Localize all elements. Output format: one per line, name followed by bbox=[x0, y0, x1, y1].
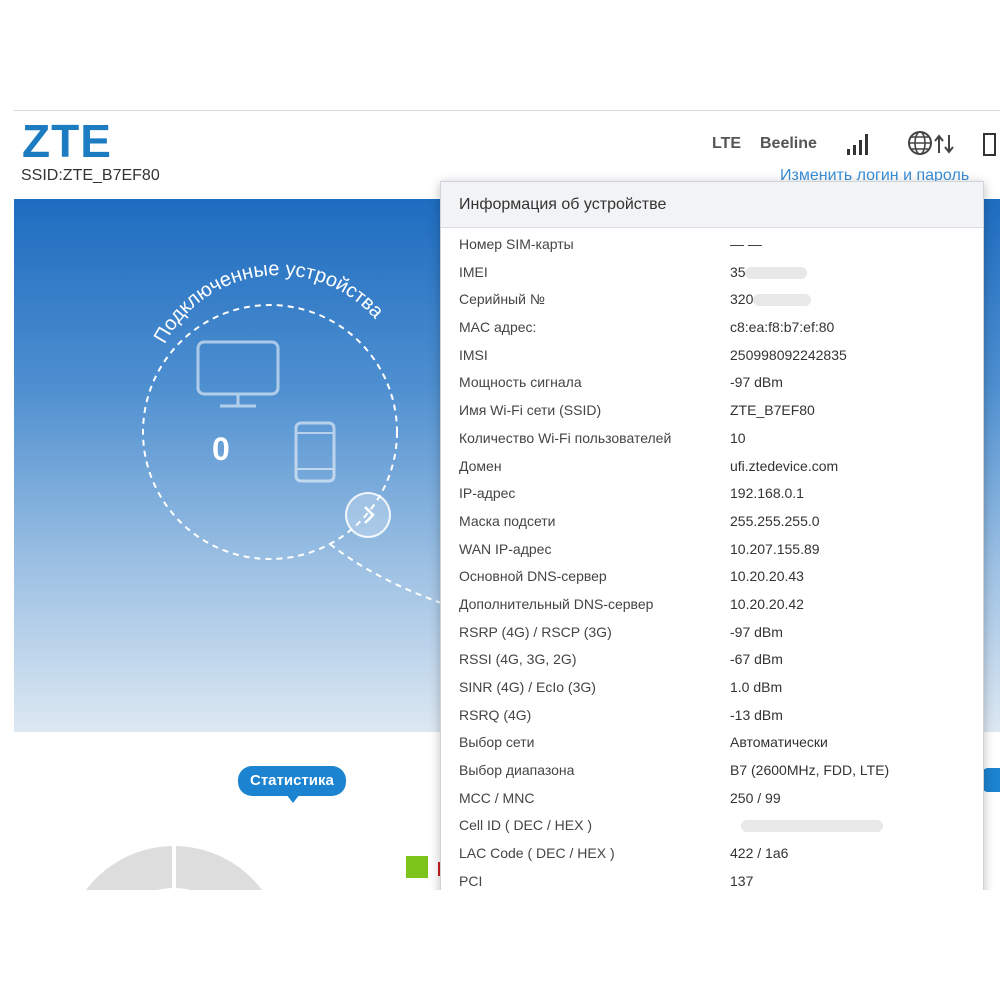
info-row: PCI 137 bbox=[441, 869, 983, 890]
info-row-label: Количество Wi-Fi пользователей bbox=[459, 429, 672, 446]
signal-strength-icon bbox=[847, 134, 868, 155]
info-row: Выбор сети Автоматически bbox=[441, 730, 983, 758]
ssid-label: SSID:ZTE_B7EF80 bbox=[21, 167, 160, 184]
info-row-value: c8:ea:f8:b7:ef:80 bbox=[730, 319, 835, 336]
info-row-label: MCC / MNC bbox=[459, 789, 535, 806]
connected-devices-title: Подключенные устройства bbox=[150, 258, 389, 347]
device-count: 0 bbox=[212, 431, 230, 467]
info-row-value: -67 dBm bbox=[730, 651, 783, 668]
phone-icon bbox=[294, 421, 336, 483]
info-row-label: Домен bbox=[459, 457, 502, 474]
redacted-value-mask bbox=[745, 266, 807, 279]
info-row-label: Выбор сети bbox=[459, 734, 535, 751]
info-row-value: 10.20.20.42 bbox=[730, 595, 804, 612]
info-row-label: WAN IP-адрес bbox=[459, 540, 552, 557]
info-row-label: SINR (4G) / EcIo (3G) bbox=[459, 679, 596, 695]
info-row-value: 422 / 1a6 bbox=[730, 845, 789, 862]
device-info-list: Номер SIM-карты— —IMEI35 3010958Серийный… bbox=[441, 232, 983, 890]
info-row-label: RSSI (4G, 3G, 2G) bbox=[459, 651, 577, 668]
info-row-label: RSRQ (4G) bbox=[459, 706, 532, 723]
info-row-label: Мощность сигнала bbox=[459, 374, 582, 391]
info-row: Номер SIM-карты — — bbox=[441, 232, 983, 260]
legend-swatch-green bbox=[406, 856, 428, 878]
info-row: IMEI35 3010958 bbox=[441, 260, 983, 288]
info-row-value: — — bbox=[730, 236, 762, 252]
info-row-label: Серийный № bbox=[459, 291, 545, 308]
router-web-ui: ZTE SSID:ZTE_B7EF80 LTE Beeline Изменить… bbox=[14, 110, 1000, 890]
info-row: IP-адрес 192.168.0.1 bbox=[441, 481, 983, 509]
info-row-label: Cell ID ( DEC / HEX ) bbox=[459, 817, 593, 834]
device-info-header: Информация об устройстве bbox=[441, 182, 983, 228]
info-row-value: 10.20.20.43 bbox=[730, 568, 804, 585]
battery-icon bbox=[983, 133, 996, 156]
internet-connection-icon[interactable] bbox=[906, 129, 958, 159]
operator-name: Beeline bbox=[760, 135, 817, 152]
info-row: RSSI (4G, 3G, 2G) -67 dBm bbox=[441, 647, 983, 675]
info-row-label: Выбор диапазона bbox=[459, 762, 575, 779]
info-row: Дополнительный DNS-сервер 10.20.20.42 bbox=[441, 592, 983, 620]
info-row: MCC / MNC 250 / 99 bbox=[441, 786, 983, 814]
info-row: LAC Code ( DEC / HEX ) 422 / 1a6 bbox=[441, 841, 983, 869]
redacted-value-mask bbox=[753, 294, 811, 307]
statistics-donut-chart bbox=[86, 846, 262, 890]
info-row-value: ZTE_B7EF80 bbox=[730, 402, 815, 419]
info-row: WAN IP-адрес 10.207.155.89 bbox=[441, 537, 983, 565]
info-row-value: 1.0 dBm bbox=[730, 679, 783, 695]
info-row: SINR (4G) / EcIo (3G) 1.0 dBm bbox=[441, 675, 983, 703]
info-row-value: 255.255.255.0 bbox=[730, 512, 820, 529]
zte-logo[interactable]: ZTE bbox=[22, 117, 112, 165]
info-row-label: IP-адрес bbox=[459, 485, 516, 502]
info-row-value: -13 dBm bbox=[730, 706, 783, 723]
info-row-value: 250 / 99 bbox=[730, 789, 781, 806]
side-tab[interactable] bbox=[982, 768, 1000, 792]
info-row-label: Основной DNS-сервер bbox=[459, 568, 607, 585]
info-row-value: 192.168.0.1 bbox=[730, 485, 804, 502]
info-row-label: Маска подсети bbox=[459, 512, 556, 529]
redacted-value-mask bbox=[741, 820, 883, 833]
info-row: MAC адрес: c8:ea:f8:b7:ef:80 bbox=[441, 315, 983, 343]
info-row-label: IMSI bbox=[459, 346, 488, 363]
info-row-value: Автоматически bbox=[730, 734, 828, 751]
info-row-label: IMEI bbox=[459, 263, 488, 280]
info-row: IMSI 250998092242835 bbox=[441, 343, 983, 371]
info-row-label: Имя Wi-Fi сети (SSID) bbox=[459, 402, 602, 419]
info-row-label: MAC адрес: bbox=[459, 319, 537, 336]
device-info-title: Информация об устройстве bbox=[459, 196, 667, 213]
view-devices-button[interactable] bbox=[345, 492, 391, 538]
info-row-label: RSRP (4G) / RSCP (3G) bbox=[459, 623, 612, 640]
statistics-badge[interactable]: Статистика bbox=[238, 766, 346, 796]
info-row: Cell ID ( DEC / HEX ) bbox=[441, 813, 983, 841]
info-row: RSRP (4G) / RSCP (3G) -97 dBm bbox=[441, 620, 983, 648]
page: ZTE SSID:ZTE_B7EF80 LTE Beeline Изменить… bbox=[0, 0, 1000, 1000]
info-row-value: 137 bbox=[730, 872, 754, 889]
info-row-label: Номер SIM-карты bbox=[459, 236, 574, 252]
info-row-value: 250998092242835 bbox=[730, 346, 847, 363]
info-row-label: LAC Code ( DEC / HEX ) bbox=[459, 845, 615, 862]
chevron-right-icon bbox=[364, 506, 375, 524]
info-row-value: 10.207.155.89 bbox=[730, 540, 820, 557]
info-row-value: 10 bbox=[730, 429, 746, 446]
info-row-value: ufi.ztedevice.com bbox=[730, 457, 839, 474]
info-row: Домен ufi.ztedevice.com bbox=[441, 454, 983, 482]
device-info-scrollbar[interactable] bbox=[969, 228, 983, 890]
info-row: Основной DNS-сервер 10.20.20.43 bbox=[441, 564, 983, 592]
info-row-value: B7 (2600MHz, FDD, LTE) bbox=[730, 762, 890, 779]
info-row: Имя Wi-Fi сети (SSID) ZTE_B7EF80 bbox=[441, 398, 983, 426]
network-type: LTE bbox=[712, 135, 742, 152]
info-row: RSRQ (4G) -13 dBm bbox=[441, 703, 983, 731]
info-row: Мощность сигнала -97 dBm bbox=[441, 370, 983, 398]
info-row-label: Дополнительный DNS-сервер bbox=[459, 595, 654, 612]
statistics-badge-pointer bbox=[286, 794, 300, 803]
info-row: Выбор диапазона B7 (2600MHz, FDD, LTE) bbox=[441, 758, 983, 786]
info-row: Серийный №320 4495 bbox=[441, 287, 983, 315]
info-row: Количество Wi-Fi пользователей 10 bbox=[441, 426, 983, 454]
device-info-popup: Информация об устройстве Номер SIM-карты… bbox=[440, 181, 984, 890]
info-row-value: -97 dBm bbox=[730, 623, 783, 640]
info-row: Маска подсети 255.255.255.0 bbox=[441, 509, 983, 537]
monitor-icon bbox=[196, 340, 280, 408]
info-row-value: -97 dBm bbox=[730, 374, 783, 391]
info-row-label: PCI bbox=[459, 872, 483, 889]
